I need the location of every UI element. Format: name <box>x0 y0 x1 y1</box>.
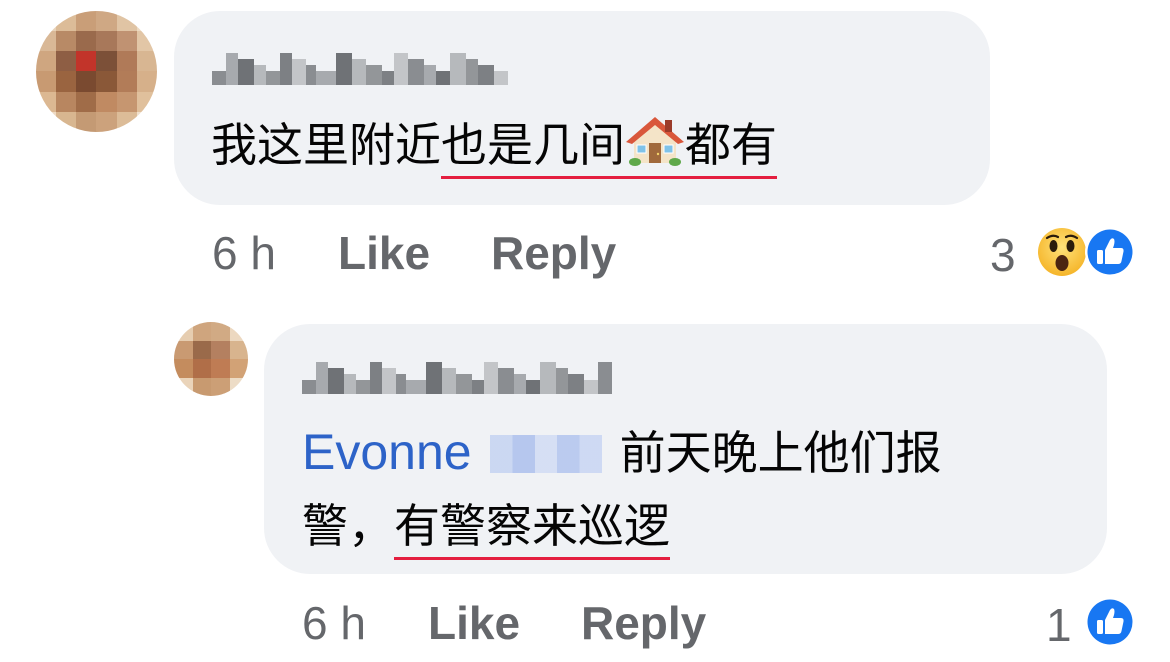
house-icon <box>626 117 684 166</box>
timestamp[interactable]: 6 h <box>302 596 366 650</box>
reaction-count[interactable]: 3 <box>990 228 1016 282</box>
comment-text-part: 我这里附近 <box>211 118 441 172</box>
comment-text-part: 警， <box>302 499 394 553</box>
like-icon[interactable] <box>1084 226 1136 278</box>
timestamp[interactable]: 6 h <box>212 226 276 280</box>
avatar[interactable] <box>174 322 248 396</box>
comment-bubble: 我这里附近也是几间 都有 <box>174 11 990 205</box>
like-icon[interactable] <box>1084 596 1136 648</box>
comment-text: 我这里附近也是几间 都有 <box>211 115 777 179</box>
avatar[interactable] <box>36 11 157 132</box>
mention-link[interactable]: Evonne <box>302 424 472 480</box>
reply-button[interactable]: Reply <box>491 226 616 280</box>
author-name-redacted[interactable] <box>302 354 612 394</box>
like-button[interactable]: Like <box>338 226 430 280</box>
reaction-count[interactable]: 1 <box>1046 598 1072 652</box>
comment-text-line: 警，有警察来巡逻 <box>302 496 670 560</box>
wow-icon[interactable] <box>1036 226 1088 278</box>
comment-text-underlined: 有警察来巡逻 <box>394 499 670 560</box>
reply-button[interactable]: Reply <box>581 596 706 650</box>
like-button[interactable]: Like <box>428 596 520 650</box>
comment-text-underlined-part: 都有 <box>685 118 777 172</box>
author-name-redacted[interactable] <box>212 45 508 85</box>
comment-actions: 6 h Like Reply <box>0 596 1170 656</box>
mention-surname-redacted[interactable] <box>489 435 602 473</box>
comment-text-part: 前天晚上他们报 <box>619 426 942 480</box>
comment-text-underlined: 也是几间 都有 <box>441 117 777 179</box>
comment-bubble: Evonne 前天晚上他们报 警，有警察来巡逻 <box>264 324 1107 574</box>
comment-text-line: Evonne 前天晚上他们报 <box>302 422 942 483</box>
comment-text-underlined-part: 也是几间 <box>441 118 625 172</box>
